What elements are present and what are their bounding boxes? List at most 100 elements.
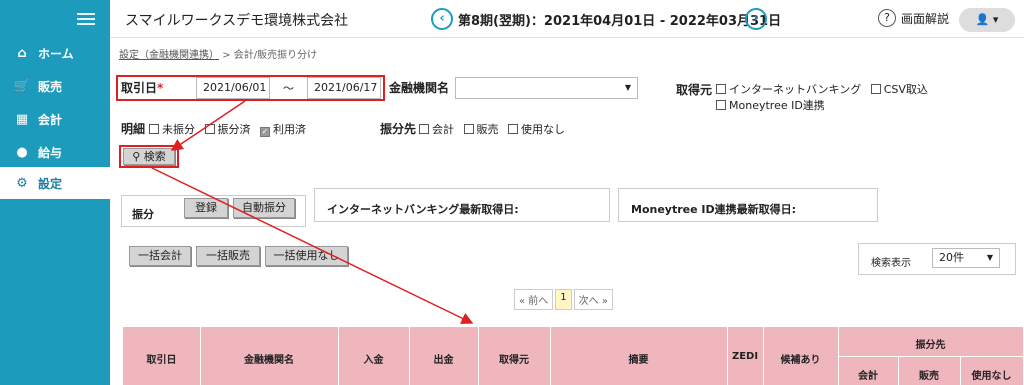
register-button[interactable]: 登録 [184, 198, 228, 218]
page-number-current[interactable]: 1 [555, 289, 572, 310]
dest-checkbox-accounting[interactable] [419, 124, 429, 134]
pagination: « 前へ 1 次へ » [514, 289, 613, 310]
date-label-text: 取引日 [121, 81, 158, 95]
detail-checkbox-assigned[interactable] [204, 124, 215, 134]
th-dest-sales[interactable]: 販売 [898, 367, 960, 382]
source-checkbox-ib[interactable] [716, 84, 726, 94]
dest-checkbox-unused[interactable] [508, 124, 518, 134]
sidebar-item-payroll[interactable]: ● 給与 [0, 136, 110, 168]
source-option-label: インターネットバンキング [729, 83, 862, 96]
bulk-sales-button[interactable]: 一括販売 [196, 246, 260, 266]
th-destination: 振分先 [915, 340, 946, 351]
sidebar-item-label: 設定 [38, 176, 63, 191]
breadcrumb-sep: > [222, 50, 231, 61]
sidebar-item-label: 販売 [38, 79, 63, 94]
company-name: スマイルワークスデモ環境株式会社 [125, 13, 349, 29]
ib-latest-label: インターネットバンキング最新取得日: [327, 203, 519, 216]
row-divider [838, 356, 1023, 357]
help-label: 画面解説 [901, 11, 950, 26]
detail-options: 未振分 振分済 ✓ 利用済 [143, 121, 306, 137]
search-button-label: 検索 [143, 150, 166, 163]
th-description[interactable]: 摘要 [550, 351, 727, 366]
breadcrumb: 設定（金融機関連携） > 会計/販売振り分け [119, 46, 317, 61]
moneybag-icon: ● [16, 144, 28, 160]
header: スマイルワークスデモ環境株式会社 ‹ 第8期(翌期)：2021年04月01日 -… [110, 0, 1024, 38]
question-icon: ? [878, 9, 896, 27]
source-option-label: CSV取込 [883, 83, 928, 96]
th-dest-unused[interactable]: 使用なし [960, 367, 1023, 382]
source-option-row2: Moneytree ID連携 [710, 97, 825, 113]
th-candidate[interactable]: 候補あり [763, 351, 838, 366]
th-source[interactable]: 取得元 [478, 351, 550, 366]
sidebar-item-label: ホーム [38, 46, 74, 61]
required-mark: * [157, 81, 164, 95]
sidebar-item-accounting[interactable]: ▦ 会計 [0, 103, 110, 135]
moneytree-latest-label: Moneytree ID連携最新取得日: [631, 203, 797, 216]
dest-option-label: 使用なし [521, 123, 565, 136]
breadcrumb-link[interactable]: 設定（金融機関連携） [119, 50, 219, 61]
display-count-label: 検索表示 [871, 258, 911, 269]
next-period-button[interactable]: › [745, 8, 767, 30]
sidebar-item-sales[interactable]: 🛒 販売 [0, 70, 110, 102]
th-withdrawal[interactable]: 出金 [409, 351, 478, 366]
source-label: 取得元 [676, 83, 713, 97]
dest-option-label: 販売 [476, 123, 499, 136]
sidebar-item-settings[interactable]: ⚙ 設定 [0, 167, 110, 199]
user-menu[interactable]: 👤 ▾ [959, 8, 1015, 32]
display-count-select[interactable]: 20件 ▼ [932, 248, 1000, 268]
display-count-value: 20件 [939, 251, 964, 264]
bulk-accounting-button[interactable]: 一括会計 [129, 246, 191, 266]
home-icon: ⌂ [17, 45, 27, 61]
source-options: インターネットバンキング CSV取込 [710, 81, 928, 97]
caret-down-icon: ▼ [624, 83, 631, 92]
th-deposit[interactable]: 入金 [338, 351, 409, 366]
search-button[interactable]: ⚲ 検索 [123, 148, 175, 165]
detail-option-label: 利用済 [273, 123, 306, 136]
th-bank[interactable]: 金融機関名 [200, 351, 338, 366]
moneytree-info-panel: Moneytree ID連携最新取得日: [618, 188, 878, 222]
dest-option-label: 会計 [432, 123, 454, 136]
prev-page-button[interactable]: « 前へ [514, 289, 554, 310]
dest-options: 会計 販売 使用なし [413, 121, 565, 137]
date-from-input[interactable]: 2021/06/01 [196, 77, 270, 99]
caret-down-icon: ▼ [986, 253, 993, 262]
bank-label: 金融機関名 [389, 81, 450, 95]
auto-assign-button[interactable]: 自動振分 [233, 198, 295, 218]
calculator-icon: ▦ [15, 111, 29, 127]
period-title: 第8期(翌期)：2021年04月01日 - 2022年03月31日 [458, 14, 782, 29]
dest-checkbox-sales[interactable] [463, 124, 474, 134]
search-icon: ⚲ [132, 150, 141, 163]
help-link[interactable]: ? 画面解説 [878, 9, 949, 27]
date-tilde: ～ [283, 82, 294, 95]
hamburger-menu-icon[interactable] [77, 10, 95, 28]
detail-option-label: 振分済 [217, 123, 251, 136]
sidebar-item-label: 給与 [38, 145, 63, 160]
source-checkbox-moneytree[interactable] [716, 100, 726, 110]
assign-label: 振分 [132, 208, 154, 221]
source-option-label: Moneytree ID連携 [729, 99, 825, 112]
bulk-unused-button[interactable]: 一括使用なし [265, 246, 348, 266]
prev-period-button[interactable]: ‹ [431, 8, 453, 30]
detail-checkbox-used[interactable]: ✓ [260, 127, 270, 137]
gear-icon: ⚙ [16, 175, 28, 191]
dest-label: 振分先 [380, 122, 417, 136]
detail-option-label: 未振分 [162, 123, 195, 136]
sidebar-item-home[interactable]: ⌂ ホーム [0, 37, 110, 69]
date-label: 取引日* [121, 79, 163, 96]
detail-checkbox-unassigned[interactable] [149, 124, 159, 134]
bank-select[interactable]: ▼ [455, 77, 638, 99]
th-zedi[interactable]: ZEDI [727, 351, 763, 362]
breadcrumb-current: 会計/販売振り分け [233, 50, 318, 61]
next-page-button[interactable]: 次へ » [573, 289, 613, 310]
cart-icon: 🛒 [13, 78, 31, 94]
user-icon: 👤 ▾ [975, 13, 999, 26]
detail-label: 明細 [121, 122, 146, 136]
th-date[interactable]: 取引日 [123, 351, 200, 366]
sidebar-item-label: 会計 [38, 112, 63, 127]
source-checkbox-csv[interactable] [870, 84, 881, 94]
sidebar: ⌂ ホーム 🛒 販売 ▦ 会計 ● 給与 ⚙ 設定 [0, 0, 110, 385]
th-dest-accounting[interactable]: 会計 [838, 367, 898, 382]
date-to-input[interactable]: 2021/06/17 [307, 77, 381, 99]
chevron-right-icon: › [753, 11, 759, 26]
table-header: 取引日 金融機関名 入金 出金 取得元 摘要 ZEDI 候補あり 振分先 会計 … [123, 327, 1023, 385]
